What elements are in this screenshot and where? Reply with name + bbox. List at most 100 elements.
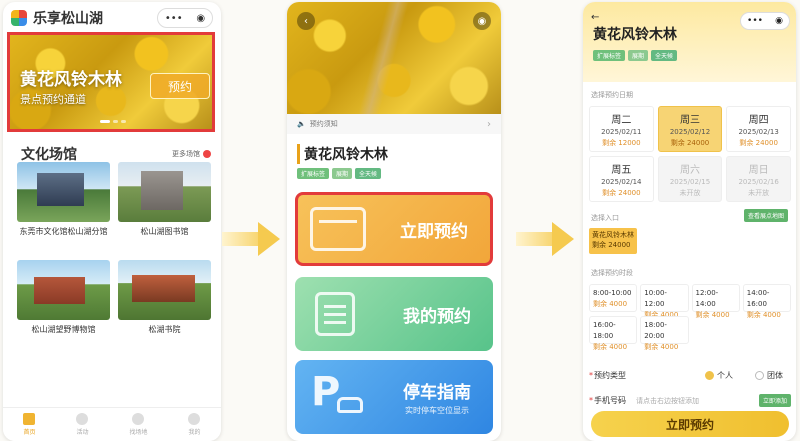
- booking-type-row: * 预约类型 个人 团体: [589, 370, 791, 381]
- venue-image: [17, 162, 110, 222]
- slot-time: 16:00-18:00: [593, 321, 616, 340]
- day-remain: 剩余 12000: [602, 139, 641, 147]
- day-date: 2025/02/14: [601, 178, 642, 186]
- parking-sublabel: 实时停车空位显示: [405, 406, 469, 415]
- type-option-group[interactable]: 团体: [755, 370, 783, 381]
- banner-book-button[interactable]: 预约: [150, 73, 210, 99]
- time-slot[interactable]: 12:00-14:00 剩余 4000: [691, 284, 740, 319]
- tag: 扩展标签: [593, 50, 626, 61]
- tab-venue[interactable]: 找场地: [129, 413, 148, 436]
- venue-card[interactable]: 东莞市文化馆松山湖分馆: [17, 162, 110, 250]
- notice-text: 预约须知: [309, 120, 338, 128]
- user-icon: [188, 413, 201, 425]
- day-name: 周五: [611, 165, 632, 176]
- book-now-button[interactable]: 立即预约: [295, 192, 493, 266]
- record-icon[interactable]: ◉: [775, 16, 783, 26]
- close-icon[interactable]: ◉: [473, 12, 491, 30]
- day-remain: 剩余 24000: [670, 139, 710, 147]
- banner-highlight[interactable]: 黄花风铃木林 景点预约通道 预约: [7, 32, 215, 132]
- parking-guide-button[interactable]: P 停车指南 实时停车空位显示: [295, 360, 493, 434]
- submit-booking-button[interactable]: 立即预约: [591, 411, 789, 437]
- parking-label-group: 停车指南 实时停车空位显示: [403, 378, 471, 416]
- banner-title: 黄花风铃木林: [20, 70, 122, 90]
- tab-activity[interactable]: 活动: [76, 413, 89, 436]
- slot-label: 选择预约时段: [591, 269, 633, 277]
- phone-label: 手机号码: [594, 396, 626, 405]
- entrance-option-selected[interactable]: 黄花风铃木林 剩余 24000: [589, 228, 637, 254]
- day-date: 2025/02/12: [669, 128, 711, 136]
- time-slot[interactable]: 18:00-20:00 剩余 4000: [640, 316, 689, 351]
- day-name: 周六: [679, 165, 700, 176]
- entrance-remain: 剩余 24000: [592, 241, 631, 249]
- tab-home[interactable]: 首页: [23, 413, 36, 436]
- slot-time: 12:00-14:00: [695, 289, 719, 308]
- tag: 全天候: [651, 50, 678, 61]
- tab-label: 首页: [23, 429, 36, 436]
- slot-remain: 剩余 4000: [593, 343, 628, 351]
- back-icon[interactable]: ←: [591, 12, 599, 23]
- carousel-dots: [100, 120, 126, 123]
- slot-remain: 剩余 4000: [644, 343, 679, 351]
- date-option-selected[interactable]: 周三 2025/02/12 剩余 24000: [657, 106, 723, 152]
- back-icon[interactable]: ‹: [297, 12, 315, 30]
- entrance-label: 选择入口: [591, 214, 619, 222]
- view-map-button[interactable]: 查看展点地图: [743, 209, 788, 222]
- slot-remain: 剩余 4000: [695, 311, 730, 319]
- book-now-label: 立即预约: [400, 221, 468, 242]
- notice-bar[interactable]: 🔈 预约须知 ›: [287, 114, 501, 134]
- more-venues-link[interactable]: 更多场馆: [172, 149, 211, 159]
- flow-arrow: [516, 222, 576, 256]
- day-name: 周三: [679, 115, 700, 126]
- entrance-name: 黄花风铃木林: [592, 231, 634, 239]
- date-label: 选择预约日期: [591, 91, 633, 99]
- mini-program-capsule[interactable]: ••• ◉: [157, 8, 213, 28]
- my-bookings-button[interactable]: 我的预约: [295, 277, 493, 351]
- type-option-individual[interactable]: 个人: [705, 370, 733, 381]
- tag: 全天候: [355, 168, 382, 179]
- required-mark: *: [589, 371, 593, 380]
- date-option[interactable]: 周四 2025/02/13 剩余 24000: [726, 106, 791, 152]
- date-option-disabled: 周日 2025/02/16 未开放: [726, 156, 791, 202]
- slot-remain: 剩余 4000: [593, 300, 628, 308]
- phone-input[interactable]: 请点击右边按钮添加: [636, 396, 699, 406]
- home-icon: [23, 413, 36, 425]
- day-name: 周日: [748, 165, 769, 176]
- date-option[interactable]: 周二 2025/02/11 剩余 12000: [589, 106, 654, 152]
- venue-card[interactable]: 松湖书院: [118, 260, 211, 348]
- tag: 扩展标签: [297, 168, 330, 179]
- venue-image: [17, 260, 110, 320]
- more-dots-icon[interactable]: •••: [165, 13, 183, 24]
- bottom-tab-bar: 首页 活动 找场地 我的: [3, 407, 221, 441]
- time-slot-grid: 8:00-10:00 剩余 4000 10:00-12:00 剩余 4000 12:…: [589, 284, 791, 351]
- venue-name: 东莞市文化馆松山湖分馆: [19, 227, 108, 236]
- add-phone-button[interactable]: 立即添加: [758, 394, 791, 407]
- slot-time: 8:00-10:00: [593, 289, 632, 297]
- chevron-right-icon: ›: [487, 118, 491, 130]
- radio-icon: [755, 371, 764, 380]
- clipboard-icon: [315, 292, 355, 336]
- time-slot[interactable]: 8:00-10:00 剩余 4000: [589, 284, 638, 312]
- app-header: 乐享松山湖 ••• ◉: [3, 2, 221, 34]
- tab-label: 我的: [188, 429, 201, 436]
- more-label: 更多场馆: [172, 150, 200, 158]
- tab-mine[interactable]: 我的: [188, 413, 201, 436]
- venue-card[interactable]: 松山湖图书馆: [118, 162, 211, 250]
- time-slot[interactable]: 14:00-16:00 剩余 4000: [742, 284, 791, 319]
- tag-list: 扩展标签 展期 全天候: [297, 168, 382, 179]
- mini-program-capsule[interactable]: ••• ◉: [740, 12, 790, 30]
- parking-label: 停车指南: [403, 383, 471, 403]
- tab-label: 找场地: [129, 429, 148, 436]
- record-icon[interactable]: ◉: [196, 13, 205, 24]
- venue-image: [118, 162, 211, 222]
- slot-time: 14:00-16:00: [746, 289, 770, 308]
- tab-label: 活动: [76, 429, 89, 436]
- time-slot[interactable]: 10:00-12:00 剩余 4000: [640, 284, 689, 319]
- parking-icon: P: [307, 369, 367, 419]
- time-slot[interactable]: 16:00-18:00 剩余 4000: [589, 316, 638, 351]
- date-option[interactable]: 周五 2025/02/14 剩余 24000: [589, 156, 654, 202]
- app-logo: [11, 10, 27, 26]
- venue-image: [118, 260, 211, 320]
- more-dots-icon[interactable]: •••: [747, 16, 763, 26]
- venue-card[interactable]: 松山湖望野博物馆: [17, 260, 110, 348]
- booking-title: 黄花风铃木林: [593, 27, 677, 43]
